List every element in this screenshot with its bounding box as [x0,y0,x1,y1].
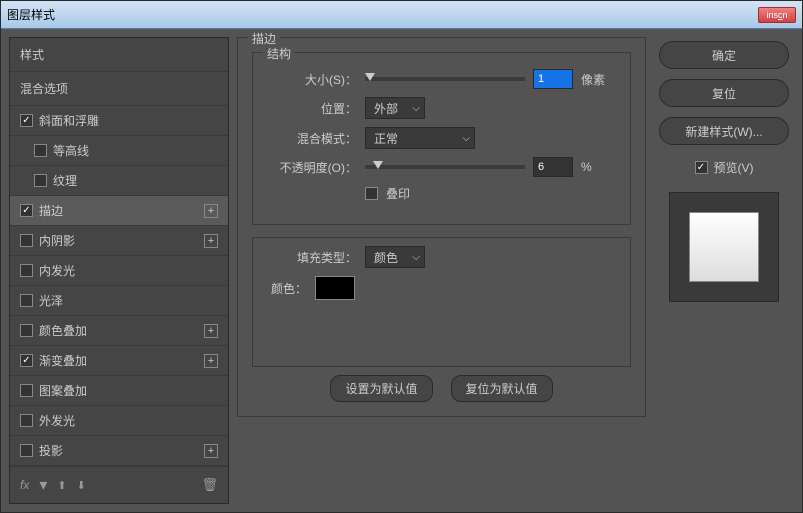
titlebar[interactable]: 图层样式 inscn [1,1,802,29]
new-style-button[interactable]: 新建样式(W)... [659,117,789,145]
style-label: 等高线 [53,142,89,159]
style-checkbox[interactable] [34,144,47,157]
style-label: 渐变叠加 [39,352,87,369]
style-checkbox[interactable] [20,384,33,397]
preview-checkbox[interactable] [695,161,708,174]
style-label: 纹理 [53,172,77,189]
arrow-up-icon[interactable]: ⬆ [57,479,66,492]
style-checkbox[interactable] [20,234,33,247]
style-item[interactable]: 图案叠加 [10,376,228,406]
position-dropdown[interactable]: 外部 [365,97,425,119]
style-checkbox[interactable] [20,264,33,277]
plus-icon[interactable]: + [204,444,218,458]
close-button[interactable]: inscn [758,7,796,23]
plus-icon[interactable]: + [204,234,218,248]
action-panel: 确定 复位 新建样式(W)... 预览(V) [654,37,794,504]
reset-default-button[interactable]: 复位为默认值 [451,375,553,402]
preview-swatch [689,212,759,282]
set-default-button[interactable]: 设置为默认值 [330,375,432,402]
styles-header[interactable]: 样式 [10,38,228,72]
window-title: 图层样式 [7,6,55,23]
style-item[interactable]: 纹理 [10,166,228,196]
ok-button[interactable]: 确定 [659,41,789,69]
style-checkbox[interactable] [20,354,33,367]
opacity-input[interactable] [533,157,573,177]
preview-label: 预览(V) [714,159,754,176]
style-item[interactable]: 外发光 [10,406,228,436]
style-label: 光泽 [39,292,63,309]
styles-footer: fx ▾ ⬆ ⬇ 🗑 [10,466,228,503]
style-checkbox[interactable] [20,414,33,427]
settings-panel: 描边 结构 大小(S)： 像素 位置： 外部 混合模式： [237,37,646,504]
stroke-fieldset: 描边 结构 大小(S)： 像素 位置： 外部 混合模式： [237,37,646,417]
plus-icon[interactable]: + [204,354,218,368]
style-checkbox[interactable] [20,294,33,307]
structure-legend: 结构 [263,45,295,62]
style-checkbox[interactable] [20,114,33,127]
trash-icon[interactable]: 🗑 [201,477,218,493]
px-unit: 像素 [581,71,605,88]
filltype-dropdown[interactable]: 颜色 [365,246,425,268]
style-checkbox[interactable] [20,444,33,457]
style-label: 投影 [39,442,63,459]
layer-style-dialog: 图层样式 inscn 样式 混合选项 斜面和浮雕等高线纹理描边 + 内阴影 + 内发光光… [0,0,803,513]
opacity-slider[interactable] [365,165,525,169]
overprint-label: 叠印 [386,185,410,202]
fx-icon[interactable]: fx [20,478,29,492]
style-checkbox[interactable] [34,174,47,187]
fill-fieldset: 填充类型： 颜色 颜色： [252,237,631,367]
style-label: 内阴影 [39,232,75,249]
style-label: 外发光 [39,412,75,429]
style-label: 内发光 [39,262,75,279]
styles-panel: 样式 混合选项 斜面和浮雕等高线纹理描边 + 内阴影 + 内发光光泽颜色叠加 + 渐变叠加 +… [9,37,229,504]
plus-icon[interactable]: + [204,324,218,338]
style-item[interactable]: 等高线 [10,136,228,166]
dropdown-caret-icon[interactable]: ▾ [39,475,47,495]
style-checkbox[interactable] [20,204,33,217]
style-checkbox[interactable] [20,324,33,337]
style-label: 颜色叠加 [39,322,87,339]
reset-button[interactable]: 复位 [659,79,789,107]
preview-box [669,192,779,302]
style-item[interactable]: 颜色叠加 + [10,316,228,346]
size-slider[interactable] [365,77,525,81]
style-item[interactable]: 描边 + [10,196,228,226]
filltype-label: 填充类型： [267,249,357,266]
structure-fieldset: 结构 大小(S)： 像素 位置： 外部 混合模式： 正常 [252,52,631,225]
position-label: 位置： [267,100,357,117]
pct-unit: % [581,160,592,174]
opacity-label: 不透明度(O)： [267,159,357,176]
style-item[interactable]: 投影 + [10,436,228,466]
style-item[interactable]: 渐变叠加 + [10,346,228,376]
size-label: 大小(S)： [267,71,357,88]
style-label: 描边 [39,202,63,219]
size-input[interactable] [533,69,573,89]
plus-icon[interactable]: + [204,204,218,218]
arrow-down-icon[interactable]: ⬇ [77,479,86,492]
blend-options[interactable]: 混合选项 [10,72,228,106]
style-item[interactable]: 光泽 [10,286,228,316]
style-item[interactable]: 内阴影 + [10,226,228,256]
blendmode-label: 混合模式： [267,130,357,147]
style-item[interactable]: 内发光 [10,256,228,286]
style-item[interactable]: 斜面和浮雕 [10,106,228,136]
blendmode-dropdown[interactable]: 正常 [365,127,475,149]
style-label: 图案叠加 [39,382,87,399]
overprint-checkbox[interactable] [365,187,378,200]
color-swatch[interactable] [315,276,355,300]
color-label: 颜色： [267,280,307,297]
style-label: 斜面和浮雕 [39,112,99,129]
